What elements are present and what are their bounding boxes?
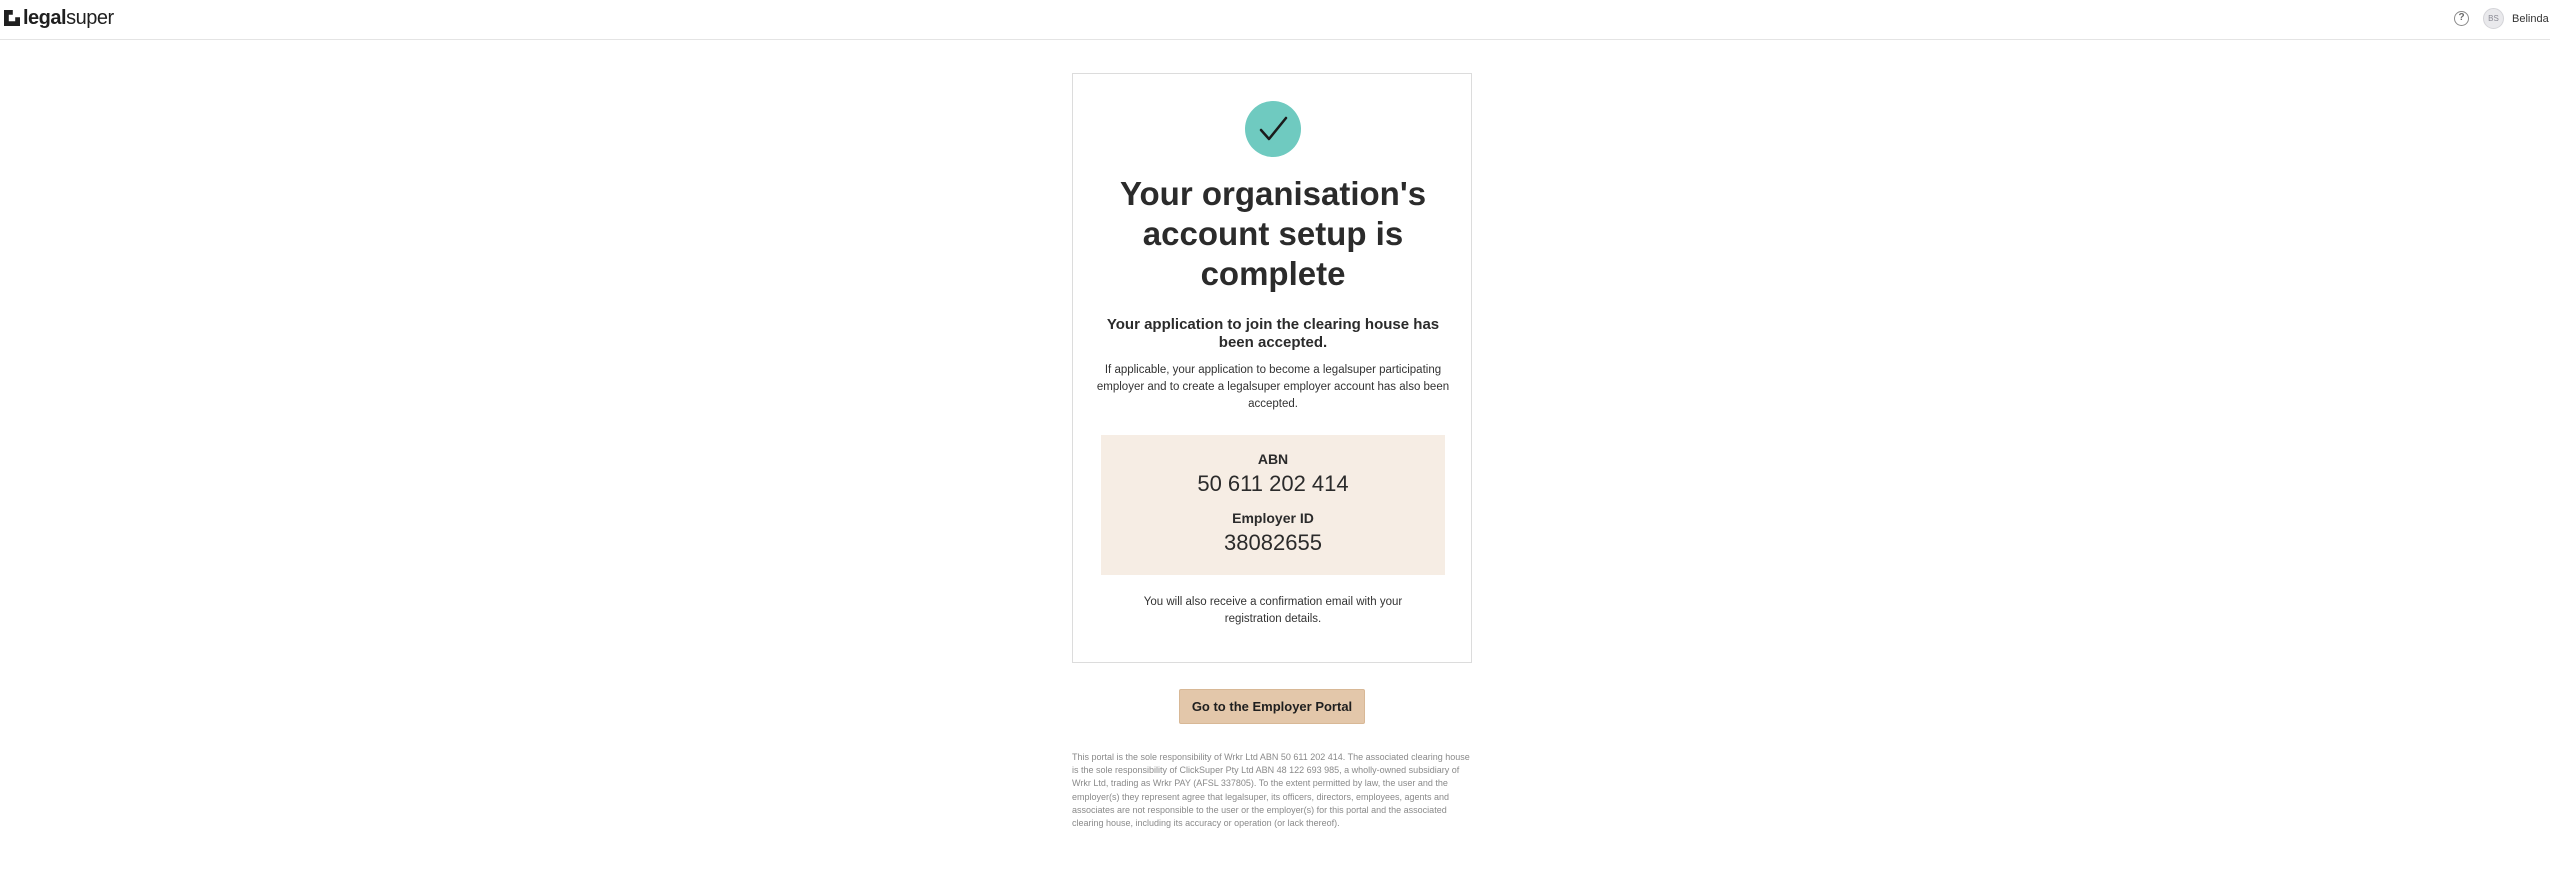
employer-id-label: Employer ID (1232, 510, 1314, 526)
confirmation-email-note: You will also receive a confirmation ema… (1143, 596, 1403, 625)
user-menu[interactable]: BS Belinda (2483, 8, 2549, 29)
checkmark-icon (1245, 101, 1301, 157)
acceptance-subtitle: Your application to join the clearing ho… (1106, 316, 1440, 351)
help-icon[interactable]: ? (2454, 11, 2469, 26)
logo-mark-icon (4, 10, 20, 26)
legal-disclaimer: This portal is the sole responsibility o… (1072, 752, 1470, 829)
abn-value: 50 611 202 414 (1197, 471, 1349, 496)
logo-text-bold: legal (23, 6, 67, 29)
user-name: Belinda (2512, 12, 2549, 25)
legalsuper-logo[interactable]: legalsuper (4, 7, 114, 29)
employer-portal-button[interactable]: Go to the Employer Portal (1179, 689, 1365, 724)
registration-details-box: ABN 50 611 202 414 Employer ID 38082655 (1101, 435, 1445, 575)
abn-label: ABN (1257, 451, 1289, 467)
avatar: BS (2483, 8, 2504, 29)
confirmation-card: Your organisation's account setup is com… (1072, 73, 1472, 663)
employer-id-value: 38082655 (1224, 530, 1322, 555)
page-title: Your organisation's account setup is com… (1119, 175, 1427, 292)
top-header: legalsuper ? BS Belinda (0, 0, 2550, 40)
acceptance-description: If applicable, your application to becom… (1096, 364, 1450, 410)
logo-text: legalsuper (23, 7, 114, 30)
logo-text-light: super (66, 6, 114, 29)
